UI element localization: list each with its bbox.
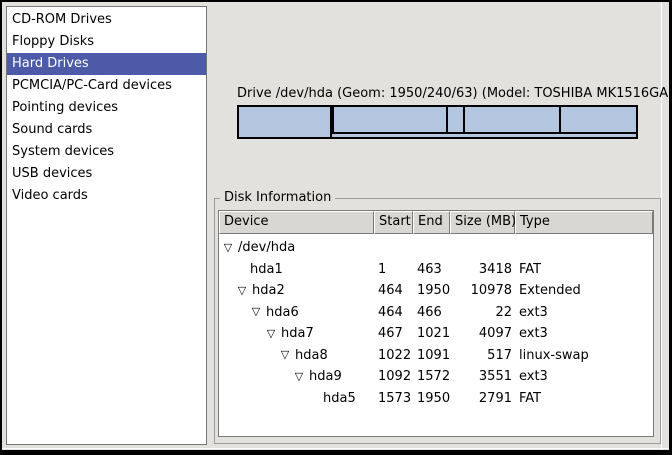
disk-information-table: Device Start End Size (MB) Type ▽ /dev/h… <box>218 210 654 437</box>
table-row-hda5[interactable]: hda5 1573 1950 2791 FAT <box>219 388 653 410</box>
disk-information-title: Disk Information <box>220 190 335 206</box>
column-header-device[interactable]: Device <box>219 211 374 234</box>
table-row-dev-hda[interactable]: ▽ /dev/hda <box>219 237 653 259</box>
sidebar-item-sound-cards[interactable]: Sound cards <box>7 119 206 141</box>
table-header: Device Start End Size (MB) Type <box>219 211 653 234</box>
sidebar-item-system-devices[interactable]: System devices <box>7 141 206 163</box>
column-header-end[interactable]: End <box>413 211 450 234</box>
sidebar-item-video-cards[interactable]: Video cards <box>7 185 206 207</box>
type-cell: FAT <box>515 391 653 406</box>
column-header-size[interactable]: Size (MB) <box>450 211 515 234</box>
sidebar-item-cdrom-drives[interactable]: CD-ROM Drives <box>7 9 206 31</box>
column-header-start[interactable]: Start <box>374 211 413 234</box>
type-cell: ext3 <box>515 305 653 320</box>
partition-divider-hda7 <box>446 107 448 132</box>
start-cell: 464 <box>374 305 413 320</box>
sidebar-item-hard-drives[interactable]: Hard Drives <box>7 53 206 75</box>
expander-icon[interactable]: ▽ <box>222 242 234 254</box>
device-name: hda5 <box>323 391 356 406</box>
size-cell: 3551 <box>450 369 515 384</box>
type-cell: linux-swap <box>515 348 653 363</box>
end-cell: 1091 <box>413 348 450 363</box>
device-name: hda2 <box>252 283 285 298</box>
start-cell: 1573 <box>374 391 413 406</box>
sidebar-item-usb-devices[interactable]: USB devices <box>7 163 206 185</box>
type-cell: ext3 <box>515 326 653 341</box>
expander-icon[interactable]: ▽ <box>250 306 262 318</box>
sidebar-item-pointing-devices[interactable]: Pointing devices <box>7 97 206 119</box>
end-cell: 463 <box>413 262 450 277</box>
device-category-list: CD-ROM Drives Floppy Disks Hard Drives P… <box>6 6 207 445</box>
end-cell: 466 <box>413 305 450 320</box>
table-row-hda6[interactable]: ▽ hda6 464 466 22 ext3 <box>219 302 653 324</box>
drive-title: Drive /dev/hda (Geom: 1950/240/63) (Mode… <box>237 86 638 101</box>
type-cell: FAT <box>515 262 653 277</box>
end-cell: 1572 <box>413 369 450 384</box>
device-name: hda6 <box>266 305 299 320</box>
device-name: hda1 <box>250 262 283 277</box>
expander-icon[interactable]: ▽ <box>293 371 305 383</box>
table-row-hda1[interactable]: hda1 1 463 3418 FAT <box>219 259 653 281</box>
size-cell: 22 <box>450 305 515 320</box>
device-name: /dev/hda <box>238 240 295 255</box>
table-row-hda2[interactable]: ▽ hda2 464 1950 10978 Extended <box>219 280 653 302</box>
table-row-hda7[interactable]: ▽ hda7 467 1021 4097 ext3 <box>219 323 653 345</box>
partition-divider-hda9 <box>559 107 561 132</box>
expander-icon[interactable]: ▽ <box>279 349 291 361</box>
partition-bar[interactable] <box>237 105 638 139</box>
sidebar-item-pcmcia-devices[interactable]: PCMCIA/PC-Card devices <box>7 75 206 97</box>
start-cell: 1 <box>374 262 413 277</box>
end-cell: 1021 <box>413 326 450 341</box>
disk-information-groupbox: Disk Information Device Start End Size (… <box>214 198 661 444</box>
size-cell: 10978 <box>450 283 515 298</box>
size-cell: 517 <box>450 348 515 363</box>
device-name: hda7 <box>281 326 314 341</box>
start-cell: 1092 <box>374 369 413 384</box>
end-cell: 1950 <box>413 391 450 406</box>
expander-icon[interactable]: ▽ <box>236 285 248 297</box>
type-cell: Extended <box>515 283 653 298</box>
size-cell: 2791 <box>450 391 515 406</box>
start-cell: 467 <box>374 326 413 341</box>
table-body: ▽ /dev/hda hda1 1 463 3418 FAT <box>219 234 653 409</box>
sidebar-item-floppy-disks[interactable]: Floppy Disks <box>7 31 206 53</box>
start-cell: 1022 <box>374 348 413 363</box>
device-name: hda8 <box>295 348 328 363</box>
hardware-browser-window: CD-ROM Drives Floppy Disks Hard Drives P… <box>0 0 672 455</box>
pane-highlight-right <box>661 2 662 450</box>
partition-divider-hda8 <box>463 107 465 132</box>
size-cell: 3418 <box>450 262 515 277</box>
type-cell: ext3 <box>515 369 653 384</box>
device-name: hda9 <box>309 369 342 384</box>
table-row-hda9[interactable]: ▽ hda9 1092 1572 3551 ext3 <box>219 366 653 388</box>
end-cell: 1950 <box>413 283 450 298</box>
start-cell: 464 <box>374 283 413 298</box>
column-header-type[interactable]: Type <box>515 211 653 234</box>
size-cell: 4097 <box>450 326 515 341</box>
table-row-hda8[interactable]: ▽ hda8 1022 1091 517 linux-swap <box>219 345 653 367</box>
pane-highlight-bottom <box>2 448 669 449</box>
extended-partition-box[interactable] <box>332 107 636 134</box>
expander-icon[interactable]: ▽ <box>265 328 277 340</box>
